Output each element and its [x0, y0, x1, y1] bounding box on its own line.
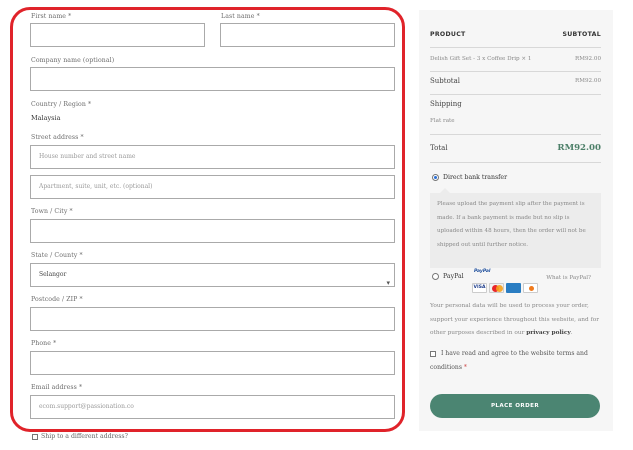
first-name-label: First name *	[31, 13, 72, 20]
street2-input[interactable]: Apartment, suite, unit, etc. (optional)	[30, 175, 395, 199]
terms-label: I have read and agree to the website ter…	[430, 350, 588, 371]
divider	[430, 134, 601, 135]
country-value: Malaysia	[31, 114, 61, 122]
what-is-paypal-link[interactable]: What is PayPal?	[546, 275, 591, 281]
privacy-notice: Your personal data will be used to proce…	[430, 300, 606, 341]
city-label: Town / City *	[31, 208, 73, 215]
state-value: Selangor	[39, 271, 67, 278]
ship-different-checkbox[interactable]	[32, 433, 38, 440]
last-name-input[interactable]	[220, 23, 395, 47]
visa-card-icon: VISA	[472, 282, 487, 293]
phone-label: Phone *	[31, 340, 57, 347]
paypal-label: PayPal	[443, 273, 464, 280]
email-label: Email address *	[31, 384, 83, 391]
phone-input[interactable]	[30, 351, 395, 375]
subtotal-label: Subtotal	[430, 77, 461, 85]
street-label: Street address *	[31, 134, 84, 141]
place-order-button[interactable]: PLACE ORDER	[430, 394, 600, 418]
postcode-input[interactable]	[30, 307, 395, 331]
terms-option[interactable]: I have read and agree to the website ter…	[430, 347, 606, 374]
divider	[430, 71, 601, 72]
total-value: RM92.00	[557, 143, 601, 153]
discover-card-icon	[523, 282, 538, 293]
first-name-input[interactable]	[30, 23, 205, 47]
divider	[430, 162, 601, 163]
payment-bank-option[interactable]: Direct bank transfer	[432, 174, 507, 181]
paypal-radio[interactable]	[432, 273, 439, 280]
item-row: Delish Gift Set - 3 x Coffee Drip × 1	[430, 56, 531, 62]
mastercard-icon	[489, 282, 504, 293]
privacy-end: .	[570, 330, 573, 336]
item-qty: × 1	[521, 56, 532, 62]
city-input[interactable]	[30, 219, 395, 243]
bank-description: Please upload the payment slip after the…	[430, 188, 601, 268]
product-header: PRODUCT	[430, 31, 466, 38]
order-summary: PRODUCT SUBTOTAL Delish Gift Set - 3 x C…	[419, 10, 613, 431]
subtotal-header: SUBTOTAL	[562, 31, 601, 38]
divider	[430, 94, 601, 95]
paypal-logo: PayPal	[474, 269, 491, 274]
ship-different-option[interactable]: Ship to a different address?	[32, 433, 128, 440]
card-icons: VISA	[472, 277, 540, 296]
country-label: Country / Region *	[31, 101, 92, 108]
postcode-label: Postcode / ZIP *	[31, 296, 83, 303]
billing-form: First name * Last name * Company name (o…	[0, 0, 408, 450]
chevron-down-icon: ▾	[386, 279, 390, 287]
shipping-method: Flat rate	[430, 118, 455, 124]
shipping-label: Shipping	[430, 100, 462, 108]
privacy-policy-link[interactable]: privacy policy	[526, 330, 571, 336]
company-label: Company name (optional)	[31, 57, 115, 64]
email-input[interactable]: ecom.support@passionation.co	[30, 395, 395, 419]
state-label: State / County *	[31, 252, 83, 259]
item-name: Delish Gift Set - 3 x Coffee Drip	[430, 56, 520, 62]
amex-card-icon	[506, 282, 521, 293]
terms-checkbox[interactable]	[430, 350, 436, 357]
state-select[interactable]: Selangor ▾	[30, 263, 395, 287]
bank-label: Direct bank transfer	[443, 174, 508, 181]
privacy-text: Your personal data will be used to proce…	[430, 303, 599, 336]
item-price: RM92.00	[575, 56, 601, 62]
payment-paypal-option[interactable]: PayPal	[432, 273, 464, 280]
total-label: Total	[430, 144, 448, 152]
last-name-label: Last name *	[221, 13, 260, 20]
bank-radio[interactable]	[432, 174, 439, 181]
divider	[430, 47, 601, 48]
street-input[interactable]: House number and street name	[30, 145, 395, 169]
ship-different-label: Ship to a different address?	[41, 433, 128, 440]
company-input[interactable]	[30, 67, 395, 91]
subtotal-value: RM92.00	[575, 78, 601, 84]
terms-required-mark: *	[463, 363, 467, 371]
